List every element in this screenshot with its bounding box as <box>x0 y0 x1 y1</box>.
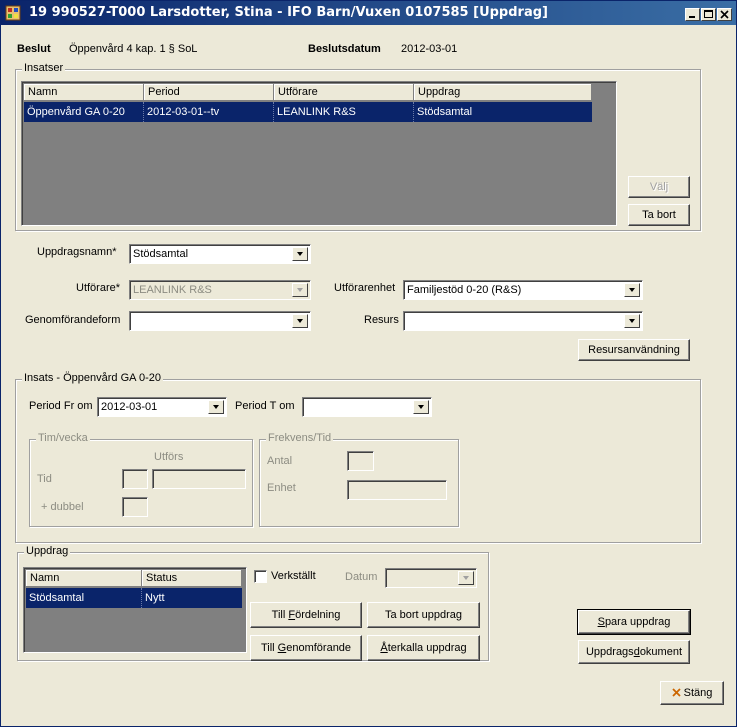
table-row[interactable]: Stödsamtal Nytt <box>26 588 242 608</box>
tid-input[interactable] <box>122 469 148 489</box>
ta-bort-button[interactable]: Ta bort <box>628 204 690 226</box>
beslutsdatum-value: 2012-03-01 <box>401 43 458 55</box>
insatser-col-uppdrag[interactable]: Uppdrag <box>414 84 592 101</box>
enhet-input[interactable] <box>347 480 447 500</box>
dropdown-arrow-icon[interactable] <box>208 400 224 414</box>
datum-select[interactable] <box>385 568 477 588</box>
utfors-label: Utförs <box>154 451 184 463</box>
maximize-icon[interactable] <box>701 8 716 21</box>
till-genomforande-button[interactable]: Till Genomförande <box>250 635 362 661</box>
insatser-col-utforare[interactable]: Utförare <box>274 84 414 101</box>
frekvens-tid-group-label: Frekvens/Tid <box>266 432 334 444</box>
period-to-date[interactable] <box>302 397 432 417</box>
valj-button[interactable]: Välj <box>628 176 690 198</box>
genomforandeform-select[interactable] <box>129 311 311 331</box>
title-bar[interactable]: 19 990527-T000 Larsdotter, Stina - IFO B… <box>1 1 736 25</box>
uppdragsnamn-label: Uppdragsnamn* <box>37 246 117 258</box>
uppdrag-cell-status: Nytt <box>145 592 165 604</box>
beslutsdatum-label: Beslutsdatum <box>308 43 381 55</box>
beslut-value: Öppenvård 4 kap. 1 § SoL <box>69 43 198 55</box>
utforare-value: LEANLINK R&S <box>133 284 212 296</box>
utforare-select[interactable]: LEANLINK R&S <box>129 280 311 300</box>
insats-group-label: Insats - Öppenvård GA 0-20 <box>22 372 163 384</box>
utforarenhet-value: Familjestöd 0-20 (R&S) <box>407 284 522 296</box>
utfors-input[interactable] <box>152 469 246 489</box>
resursanvandning-button[interactable]: Resursanvändning <box>578 339 690 361</box>
uppdragsdokument-button[interactable]: Uppdragsdokument <box>578 640 690 664</box>
stang-button[interactable]: Stäng <box>660 681 724 705</box>
insatser-col-period[interactable]: Period <box>144 84 274 101</box>
verkstallt-checkbox[interactable] <box>254 570 267 583</box>
utforarenhet-select[interactable]: Familjestöd 0-20 (R&S) <box>403 280 643 300</box>
dubbel-input[interactable] <box>122 497 148 517</box>
spara-uppdrag-button[interactable]: Spara uppdrag <box>577 609 691 635</box>
tid-label: Tid <box>37 473 52 485</box>
enhet-label: Enhet <box>267 482 296 494</box>
main-window: 19 990527-T000 Larsdotter, Stina - IFO B… <box>0 0 737 727</box>
utforare-label: Utförare* <box>76 282 121 294</box>
period-from-label: Period Fr om <box>29 400 93 412</box>
window-title: 19 990527-T000 Larsdotter, Stina - IFO B… <box>29 5 548 20</box>
ta-bort-uppdrag-button[interactable]: Ta bort uppdrag <box>367 602 480 628</box>
verkstallt-label[interactable]: Verkställt <box>271 570 316 582</box>
period-from-date[interactable]: 2012-03-01 <box>97 397 227 417</box>
insatser-cell-period: 2012-03-01--tv <box>144 102 274 122</box>
uppdrag-grid[interactable]: Namn Status Stödsamtal Nytt <box>23 567 247 653</box>
insatser-col-namn[interactable]: Namn <box>24 84 144 101</box>
antal-label: Antal <box>267 455 293 467</box>
close-icon[interactable] <box>717 8 732 21</box>
insatser-grid[interactable]: Namn Period Utförare Uppdrag Öppenvård G… <box>21 81 617 226</box>
insatser-group-label: Insatser <box>22 62 66 74</box>
utforarenhet-label: Utförarenhet <box>334 282 396 294</box>
insatser-cell-utforare: LEANLINK R&S <box>274 102 414 122</box>
dropdown-arrow-icon[interactable] <box>292 247 308 261</box>
antal-input[interactable] <box>347 451 374 471</box>
dropdown-arrow-icon[interactable] <box>458 571 474 585</box>
insatser-cell-uppdrag: Stödsamtal <box>417 106 473 118</box>
tim-vecka-group-label: Tim/vecka <box>36 432 90 444</box>
uppdrag-group-label: Uppdrag <box>24 545 71 557</box>
beslut-label: Beslut <box>17 43 51 55</box>
resurs-label: Resurs <box>364 314 399 326</box>
uppdragsnamn-select[interactable]: Stödsamtal <box>129 244 311 264</box>
uppdrag-col-namn[interactable]: Namn <box>26 570 142 587</box>
period-to-label: Period T om <box>235 400 295 412</box>
dropdown-arrow-icon[interactable] <box>624 314 640 328</box>
uppdrag-col-status[interactable]: Status <box>142 570 242 587</box>
dropdown-arrow-icon[interactable] <box>292 283 308 297</box>
period-from-value: 2012-03-01 <box>101 401 158 413</box>
dropdown-arrow-icon[interactable] <box>624 283 640 297</box>
uppdragsnamn-value: Stödsamtal <box>133 248 189 260</box>
till-fordelning-button[interactable]: Till Fördelning <box>250 602 362 628</box>
stang-x-icon <box>671 688 681 697</box>
genomforandeform-label: Genomförandeform <box>25 314 121 326</box>
insatser-cell-namn: Öppenvård GA 0-20 <box>24 102 144 122</box>
dropdown-arrow-icon[interactable] <box>292 314 308 328</box>
datum-label: Datum <box>345 571 378 583</box>
table-row[interactable]: Öppenvård GA 0-20 2012-03-01--tv LEANLIN… <box>24 102 592 122</box>
resurs-select[interactable] <box>403 311 643 331</box>
dubbel-label: + dubbel <box>41 501 84 513</box>
app-icon <box>5 5 21 21</box>
minimize-icon[interactable] <box>685 8 700 21</box>
aterkalla-uppdrag-button[interactable]: Återkalla uppdrag <box>367 635 480 661</box>
dropdown-arrow-icon[interactable] <box>413 400 429 414</box>
uppdrag-cell-namn: Stödsamtal <box>26 588 142 608</box>
